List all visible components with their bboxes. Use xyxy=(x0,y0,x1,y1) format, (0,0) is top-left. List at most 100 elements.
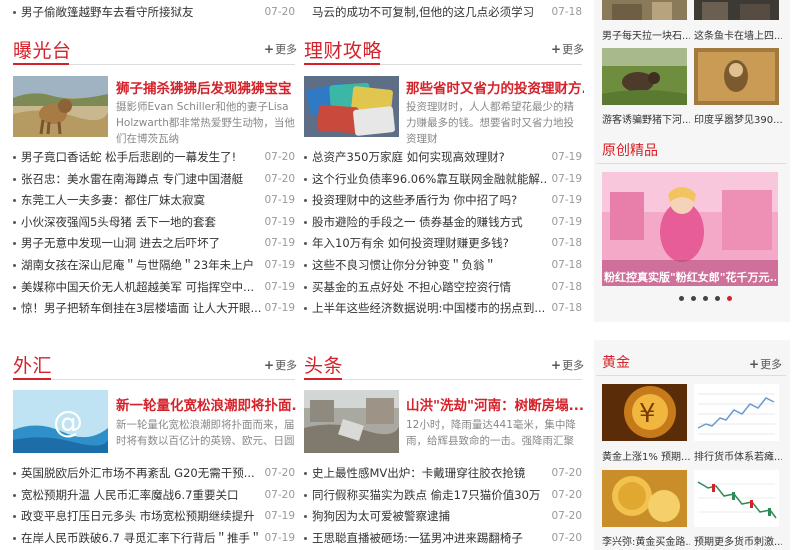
sidebar-caption[interactable]: 预期更多货币刺激... xyxy=(694,533,782,548)
list-item[interactable]: 王思聪直播被砸场:一猛男冲进来踢翻椅子 07-20 xyxy=(304,528,582,550)
carousel-dot[interactable] xyxy=(691,296,696,301)
list-item-title[interactable]: 在岸人民币跌破6.7 寻觅汇率下行背后＂推手＂ xyxy=(21,528,261,550)
list-item[interactable]: 股市避险的手段之一 债券基金的赚钱方式 07-19 xyxy=(304,212,582,234)
list-item[interactable]: 狗狗因为太可爱被警察逮捕 07-20 xyxy=(304,506,582,528)
list-item-title[interactable]: 男子偷敞篷越野车去看守所接狱友 xyxy=(21,2,261,24)
sidebar-caption[interactable]: 排行货币体系若瘫... xyxy=(694,448,782,463)
section-divider xyxy=(13,379,295,380)
gold-thumb-chart[interactable] xyxy=(694,384,779,441)
list-item-title[interactable]: 男子无意中发现一山洞 进去之后吓坏了 xyxy=(21,233,261,255)
list-item-title[interactable]: 王思聪直播被砸场:一猛男冲进来踢翻椅子 xyxy=(312,528,548,550)
feature-headline[interactable]: 新一轮量化宽松浪潮即将扑面... xyxy=(116,394,296,414)
list-item-title[interactable]: 年入10万有余 如何投资理财赚更多钱? xyxy=(312,233,548,255)
carousel-dot[interactable] xyxy=(715,296,720,301)
carousel-dot[interactable] xyxy=(679,296,684,301)
feature-headline[interactable]: 山洪"洗劫"河南：树断房塌... xyxy=(406,394,584,414)
list-item[interactable]: 投资理财中的这些矛盾行为 你中招了吗? 07-19 xyxy=(304,190,582,212)
feature-headline[interactable]: 那些省时又省力的投资理财方... xyxy=(406,77,584,97)
list-item-title[interactable]: 股市避险的手段之一 债券基金的赚钱方式 xyxy=(312,212,548,234)
gold-thumb-coins[interactable] xyxy=(602,470,687,527)
list-item[interactable]: 东莞工人一夫多妻：都住厂妹太寂寞 07-19 xyxy=(13,190,295,212)
list-item-title[interactable]: 惊！男子把轿车倒挂在3层楼墙面 让人大开眼... xyxy=(21,298,261,320)
list-item-title[interactable]: 男子竟口香话蛇 松手后悲剧的一幕发生了! xyxy=(21,147,261,169)
sidebar-caption[interactable]: 黄金上涨1% 预期... xyxy=(602,448,690,463)
more-link-gold[interactable]: +更多 xyxy=(749,356,782,372)
feature-image-at-sign[interactable]: @ xyxy=(13,390,108,453)
sidebar-thumb-1[interactable] xyxy=(602,0,687,20)
list-item-title[interactable]: 美媒称中国天价无人机超越美军 可指挥空中... xyxy=(21,277,261,299)
list-item[interactable]: 上半年这些经济数据说明:中国楼市的拐点到... 07-18 xyxy=(304,298,582,320)
feature-image-cards[interactable] xyxy=(304,76,399,137)
sidebar-caption[interactable]: 李兴弥:黄金买金路... xyxy=(602,533,690,548)
list-item[interactable]: 这个行业负债率96.06%靠互联网金融就能解... 07-19 xyxy=(304,169,582,191)
list-item-title[interactable]: 这些不良习惯让你分分钟变＂负翁＂ xyxy=(312,255,548,277)
list-item[interactable]: 湖南女孩在深山尼庵＂与世隔绝＂23年未上户 07-19 xyxy=(13,255,295,277)
sidebar-thumb-3[interactable] xyxy=(602,48,687,105)
more-link-finance[interactable]: +更多 xyxy=(551,41,584,57)
list-item[interactable]: 马云的成功不可复制,但他的这几点必须学习 07-18 xyxy=(304,2,582,24)
list-item[interactable]: 在岸人民币跌破6.7 寻觅汇率下行背后＂推手＂ 07-19 xyxy=(13,528,295,550)
section-title-forex[interactable]: 外汇 xyxy=(13,351,52,378)
list-item[interactable]: 年入10万有余 如何投资理财赚更多钱? 07-18 xyxy=(304,233,582,255)
bullet-icon xyxy=(13,515,16,519)
list-item-title[interactable]: 宽松预期升温 人民币汇率魔战6.7重要关口 xyxy=(21,485,261,507)
list-item-title[interactable]: 马云的成功不可复制,但他的这几点必须学习 xyxy=(312,2,548,24)
sidebar-thumb-2[interactable] xyxy=(694,0,779,20)
list-item[interactable]: 男子偷敞篷越野车去看守所接狱友 07-20 xyxy=(13,2,295,24)
list-item-title[interactable]: 这个行业负债率96.06%靠互联网金融就能解... xyxy=(312,169,548,191)
list-item-title[interactable]: 总资产350万家庭 如何实现高效理财? xyxy=(312,147,548,169)
list-item-title[interactable]: 东莞工人一夫多妻：都住厂妹太寂寞 xyxy=(21,190,261,212)
list-item[interactable]: 男子竟口香话蛇 松手后悲剧的一幕发生了! 07-20 xyxy=(13,147,295,169)
more-link-headlines[interactable]: +更多 xyxy=(551,357,584,373)
gold-thumb-candles[interactable] xyxy=(694,470,779,527)
plus-icon: + xyxy=(264,42,275,56)
more-link-exposure[interactable]: +更多 xyxy=(264,41,297,57)
list-item-title[interactable]: 投资理财中的这些矛盾行为 你中招了吗? xyxy=(312,190,548,212)
list-item-title[interactable]: 政变平息打压日元多头 市场宽松预期继续提升 xyxy=(21,506,261,528)
list-item[interactable]: 惊！男子把轿车倒挂在3层楼墙面 让人大开眼... 07-19 xyxy=(13,298,295,320)
carousel-dot[interactable] xyxy=(703,296,708,301)
list-item[interactable]: 同行假称买猫实为跌点 偷走17只猫价值30万 07-20 xyxy=(304,485,582,507)
section-title-finance[interactable]: 理财攻略 xyxy=(304,36,382,63)
list-item[interactable]: 张召忠：美水雷在南海蹲点 专门逮中国潜艇 07-20 xyxy=(13,169,295,191)
list-item-title[interactable]: 买基金的五点好处 不担心踏空控资行情 xyxy=(312,277,548,299)
list-item[interactable]: 买基金的五点好处 不担心踏空控资行情 07-18 xyxy=(304,277,582,299)
more-label: 更多 xyxy=(275,43,298,56)
feature-image-flood[interactable] xyxy=(304,390,399,453)
more-link-forex[interactable]: +更多 xyxy=(264,357,297,373)
list-item[interactable]: 政变平息打压日元多头 市场宽松预期继续提升 07-19 xyxy=(13,506,295,528)
sidebar-caption[interactable]: 印度孚嚣梦见390... xyxy=(694,111,782,126)
list-item[interactable]: 英国脱欧后外汇市场不再紊乱 G20无需干预... 07-20 xyxy=(13,463,295,485)
list-item[interactable]: 男子无意中发现一山洞 进去之后吓坏了 07-19 xyxy=(13,233,295,255)
list-item-title[interactable]: 英国脱欧后外汇市场不再紊乱 G20无需干预... xyxy=(21,463,261,485)
sidebar-title-gold[interactable]: 黄金 xyxy=(602,352,630,372)
list-item[interactable]: 宽松预期升温 人民币汇率魔战6.7重要关口 07-20 xyxy=(13,485,295,507)
list-item-title[interactable]: 狗狗因为太可爱被警察逮捕 xyxy=(312,506,548,528)
sidebar-title-original[interactable]: 原创精品 xyxy=(602,140,658,160)
list-item-title[interactable]: 小伙深夜强闯5头母猪 丢下一地的套套 xyxy=(21,212,261,234)
sidebar-caption[interactable]: 这条鱼卡在墙上四... xyxy=(694,27,782,42)
feature-image-lion[interactable] xyxy=(13,76,108,137)
section-title-headlines[interactable]: 头条 xyxy=(304,351,343,378)
feature-desc: 投资理财时，人人都希望花最少的精力赚最多的钱。想要省时又省力地投资理财 xyxy=(406,101,574,145)
gold-thumb-yen[interactable]: ¥ xyxy=(602,384,687,441)
list-item[interactable]: 史上最性感MV出炉：卡戴珊穿往胶衣抢镜 07-20 xyxy=(304,463,582,485)
list-item[interactable]: 小伙深夜强闯5头母猪 丢下一地的套套 07-19 xyxy=(13,212,295,234)
list-item-title[interactable]: 同行假称买猫实为跌点 偷走17只猫价值30万 xyxy=(312,485,548,507)
carousel-slide-caption[interactable]: 粉红控真实版"粉红女郎"花千万元... xyxy=(604,269,776,285)
list-item-title[interactable]: 上半年这些经济数据说明:中国楼市的拐点到... xyxy=(312,298,548,320)
list-item[interactable]: 美媒称中国天价无人机超越美军 可指挥空中... 07-19 xyxy=(13,277,295,299)
list-item[interactable]: 这些不良习惯让你分分钟变＂负翁＂ 07-18 xyxy=(304,255,582,277)
feature-headline[interactable]: 狮子捕杀狒狒后发现狒狒宝宝 xyxy=(116,77,296,97)
section-title-exposure[interactable]: 曝光台 xyxy=(13,36,72,63)
sidebar-thumb-4[interactable] xyxy=(694,48,779,105)
list-item-title[interactable]: 史上最性感MV出炉：卡戴珊穿往胶衣抢镜 xyxy=(312,463,548,485)
sidebar-caption[interactable]: 游客诱骗野猪下河... xyxy=(602,111,690,126)
sidebar-caption[interactable]: 男子每天拉一块石... xyxy=(602,27,690,42)
top-list-right: 马云的成功不可复制,但他的这几点必须学习 07-18 xyxy=(304,2,582,24)
carousel-dot-active[interactable] xyxy=(727,296,732,301)
list-item[interactable]: 总资产350万家庭 如何实现高效理财? 07-19 xyxy=(304,147,582,169)
list-item-title[interactable]: 张召忠：美水雷在南海蹲点 专门逮中国潜艇 xyxy=(21,169,261,191)
bullet-icon xyxy=(304,177,307,181)
list-item-title[interactable]: 湖南女孩在深山尼庵＂与世隔绝＂23年未上户 xyxy=(21,255,261,277)
